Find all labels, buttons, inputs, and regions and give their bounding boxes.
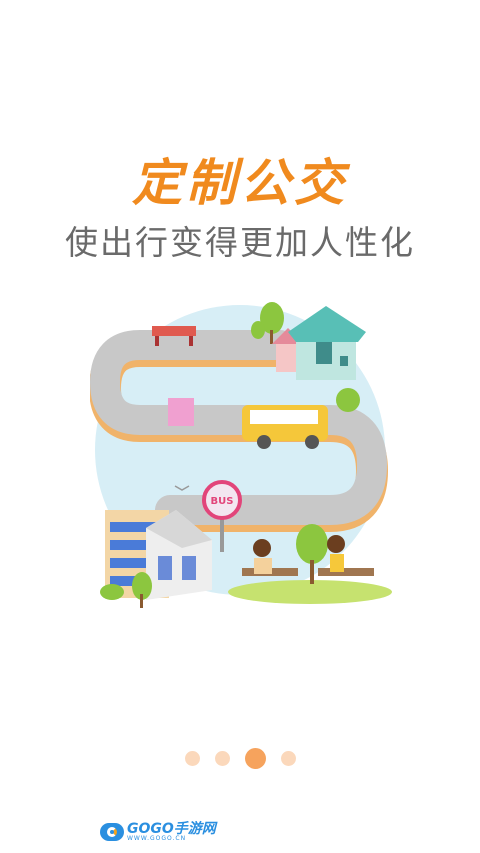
page-dot-2[interactable] bbox=[214, 751, 230, 766]
watermark-brand: GOGO手游网 bbox=[127, 821, 216, 837]
watermark-url: WWW.GOGO.CN bbox=[127, 835, 187, 842]
bus-stop-sign: BUS bbox=[211, 496, 234, 507]
city-bus-illustration: BUS bbox=[88, 290, 400, 620]
page-dot-1[interactable] bbox=[184, 751, 200, 766]
onboarding-title: 定制公交 bbox=[132, 154, 348, 212]
onboarding-page-indicator bbox=[0, 748, 480, 769]
onboarding-subtitle: 使出行变得更加人性化 bbox=[65, 223, 415, 262]
site-watermark: GOGO手游网 WWW.GOGO.CN bbox=[100, 822, 216, 842]
page-dot-4[interactable] bbox=[280, 751, 296, 766]
page-dot-3-active[interactable] bbox=[244, 748, 266, 769]
gogo-logo-icon bbox=[100, 823, 124, 841]
